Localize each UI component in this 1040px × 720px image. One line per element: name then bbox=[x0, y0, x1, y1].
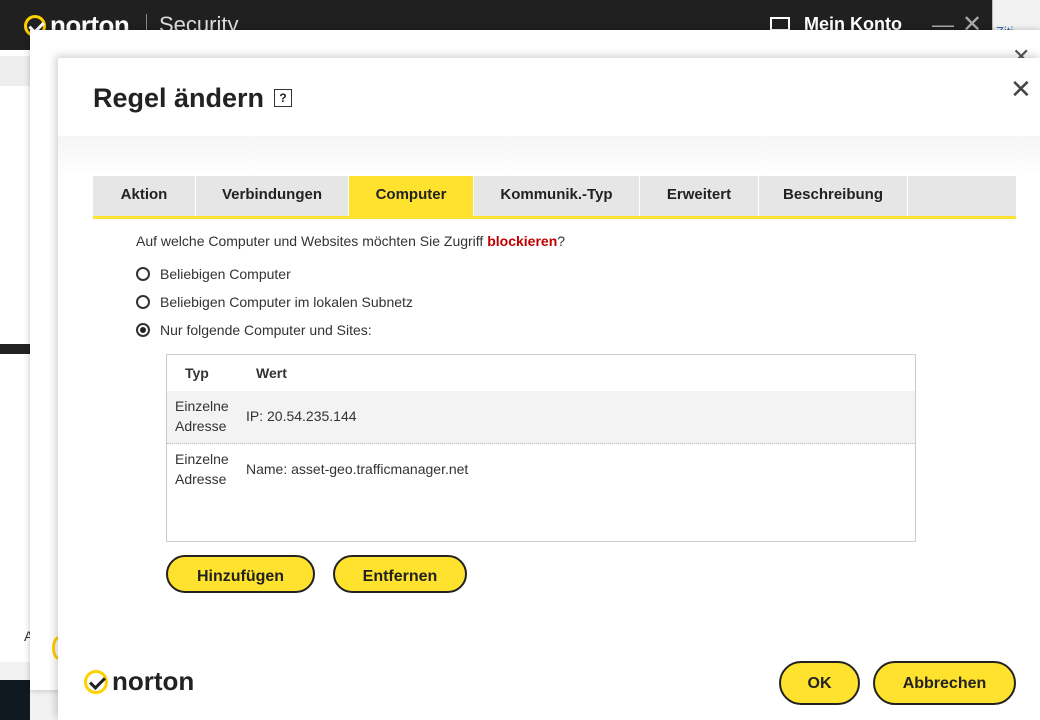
cell-typ-line1: Einzelne bbox=[175, 398, 229, 414]
radio-label: Beliebigen Computer bbox=[160, 266, 291, 282]
mail-icon[interactable] bbox=[770, 17, 790, 31]
table-row[interactable]: Einzelne Adresse Name: asset-geo.traffic… bbox=[167, 444, 915, 498]
radio-button-selected[interactable] bbox=[136, 323, 150, 337]
desktop-wallpaper bbox=[0, 680, 30, 720]
cell-typ-line2: Adresse bbox=[175, 471, 227, 487]
tab-aktion[interactable]: Aktion bbox=[93, 176, 196, 216]
radio-specific-computers[interactable]: Nur folgende Computer und Sites: bbox=[136, 322, 372, 338]
tab-computer[interactable]: Computer bbox=[349, 176, 474, 216]
question-highlight: blockieren bbox=[487, 233, 558, 249]
cell-wert: Name: asset-geo.trafficmanager.net bbox=[246, 461, 469, 477]
radio-label: Beliebigen Computer im lokalen Subnetz bbox=[160, 294, 413, 310]
tab-beschreibung[interactable]: Beschreibung bbox=[759, 176, 908, 216]
radio-button[interactable] bbox=[136, 295, 150, 309]
radio-button[interactable] bbox=[136, 267, 150, 281]
table-row[interactable]: Einzelne Adresse IP: 20.54.235.144 bbox=[167, 391, 915, 444]
add-button[interactable]: Hinzufügen bbox=[166, 555, 315, 593]
tab-erweitert[interactable]: Erweitert bbox=[640, 176, 759, 216]
tab-bar: Aktion Verbindungen Computer Kommunik.-T… bbox=[93, 176, 1016, 219]
header-fade bbox=[58, 136, 1040, 176]
norton-logo: norton bbox=[84, 666, 194, 697]
norton-check-icon bbox=[84, 669, 108, 694]
tab-verbindungen[interactable]: Verbindungen bbox=[196, 176, 349, 216]
tab-kommunik-typ[interactable]: Kommunik.-Typ bbox=[474, 176, 640, 216]
cell-typ-line2: Adresse bbox=[175, 418, 227, 434]
cell-typ: Einzelne Adresse bbox=[167, 391, 237, 443]
cell-wert: IP: 20.54.235.144 bbox=[246, 408, 357, 424]
edit-rule-dialog: Regel ändern ? ✕ Aktion Verbindungen Com… bbox=[58, 58, 1040, 720]
address-table: Typ Wert Einzelne Adresse IP: 20.54.235.… bbox=[166, 354, 916, 542]
cell-typ-line1: Einzelne bbox=[175, 451, 229, 467]
column-header-typ[interactable]: Typ bbox=[167, 365, 237, 381]
block-question: Auf welche Computer und Websites möchten… bbox=[136, 233, 565, 249]
background-sidebar-strip bbox=[0, 56, 30, 86]
remove-button[interactable]: Entfernen bbox=[333, 555, 467, 593]
help-icon[interactable]: ? bbox=[274, 89, 292, 107]
table-header: Typ Wert bbox=[167, 355, 915, 391]
radio-any-computer[interactable]: Beliebigen Computer bbox=[136, 266, 291, 282]
ok-button[interactable]: OK bbox=[779, 661, 860, 705]
question-suffix: ? bbox=[557, 233, 566, 249]
radio-label: Nur folgende Computer und Sites: bbox=[160, 322, 372, 338]
radio-local-subnet[interactable]: Beliebigen Computer im lokalen Subnetz bbox=[136, 294, 413, 310]
cell-typ: Einzelne Adresse bbox=[167, 444, 237, 498]
footer-brand-text: norton bbox=[112, 666, 195, 696]
column-header-wert[interactable]: Wert bbox=[237, 365, 287, 381]
background-dark-bar bbox=[0, 344, 30, 354]
cancel-button[interactable]: Abbrechen bbox=[873, 661, 1016, 705]
dialog-title: Regel ändern bbox=[93, 83, 265, 113]
close-icon[interactable]: ✕ bbox=[1010, 74, 1032, 105]
question-text: Auf welche Computer und Websites möchten… bbox=[136, 233, 488, 249]
